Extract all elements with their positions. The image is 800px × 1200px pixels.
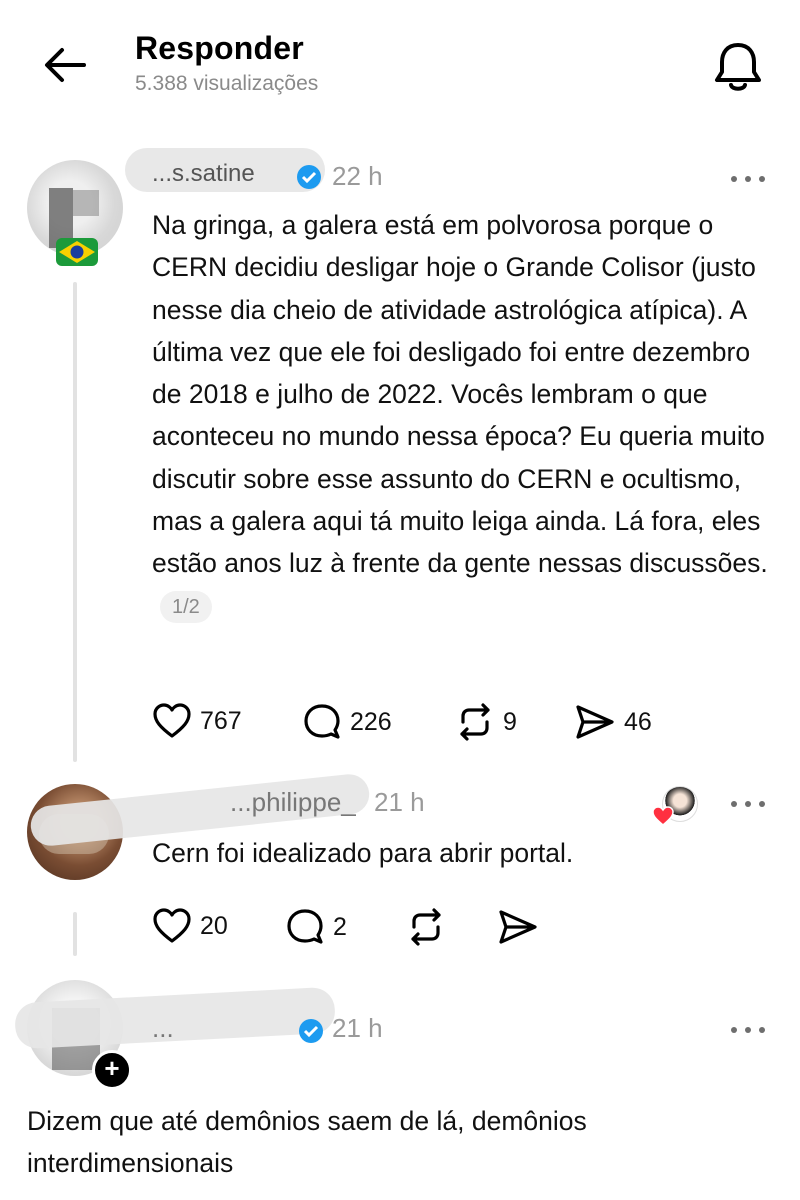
comment-count: 2 <box>333 912 347 941</box>
heart-filled-icon <box>652 806 674 831</box>
post-text: Cern foi idealizado para abrir portal. <box>152 838 574 868</box>
more-icon <box>731 1027 765 1033</box>
like-count: 767 <box>200 706 242 735</box>
share-count: 46 <box>624 707 652 736</box>
post-text: Dizem que até demônios saem de lá, demôn… <box>27 1106 587 1178</box>
notifications-button[interactable] <box>712 38 764 94</box>
username[interactable]: ... <box>152 1013 174 1044</box>
comment-icon <box>304 704 340 739</box>
thread-pager: 1/2 <box>160 590 212 623</box>
comment-button[interactable]: 2 <box>285 907 347 947</box>
verified-badge-icon <box>298 1018 324 1049</box>
back-button[interactable] <box>40 40 90 90</box>
share-button[interactable] <box>497 907 539 947</box>
like-button[interactable]: 20 <box>152 907 228 945</box>
post-body: Na gringa, a galera está em polvorosa po… <box>152 204 777 627</box>
share-button[interactable]: 46 <box>574 702 652 742</box>
post-time: 21 h <box>332 1013 383 1043</box>
repost-icon <box>411 908 441 946</box>
send-icon <box>576 705 614 739</box>
heart-icon <box>153 908 191 943</box>
send-icon <box>499 910 537 944</box>
more-icon <box>731 176 765 182</box>
bell-icon <box>715 43 761 91</box>
repost-count: 9 <box>503 707 517 736</box>
thread-line <box>73 912 77 956</box>
repost-icon <box>460 703 490 741</box>
follow-button[interactable]: + <box>92 1050 132 1090</box>
flag-icon <box>56 238 98 266</box>
comment-icon <box>287 909 323 944</box>
back-arrow-icon <box>45 48 86 82</box>
repost-button[interactable]: 9 <box>455 702 517 742</box>
verified-badge-icon <box>296 164 322 195</box>
post-time: 21 h <box>374 787 425 817</box>
post-time: 22 h <box>332 161 383 191</box>
thread-line <box>73 282 77 762</box>
like-count: 20 <box>200 911 228 940</box>
more-options-button[interactable] <box>728 797 768 811</box>
post-text: Na gringa, a galera está em polvorosa po… <box>152 210 768 579</box>
username[interactable]: ...s.satine <box>152 160 255 188</box>
comment-button[interactable]: 226 <box>302 702 392 742</box>
repost-button[interactable] <box>406 907 446 947</box>
view-count: 5.388 visualizações <box>135 72 319 95</box>
comment-count: 226 <box>350 707 392 736</box>
page-title: Responder <box>135 30 304 66</box>
username[interactable]: ...philippe_ <box>230 787 356 818</box>
more-options-button[interactable] <box>728 1023 768 1037</box>
more-icon <box>731 801 765 807</box>
like-button[interactable]: 767 <box>152 702 242 740</box>
more-options-button[interactable] <box>728 172 768 186</box>
heart-icon <box>153 703 191 738</box>
